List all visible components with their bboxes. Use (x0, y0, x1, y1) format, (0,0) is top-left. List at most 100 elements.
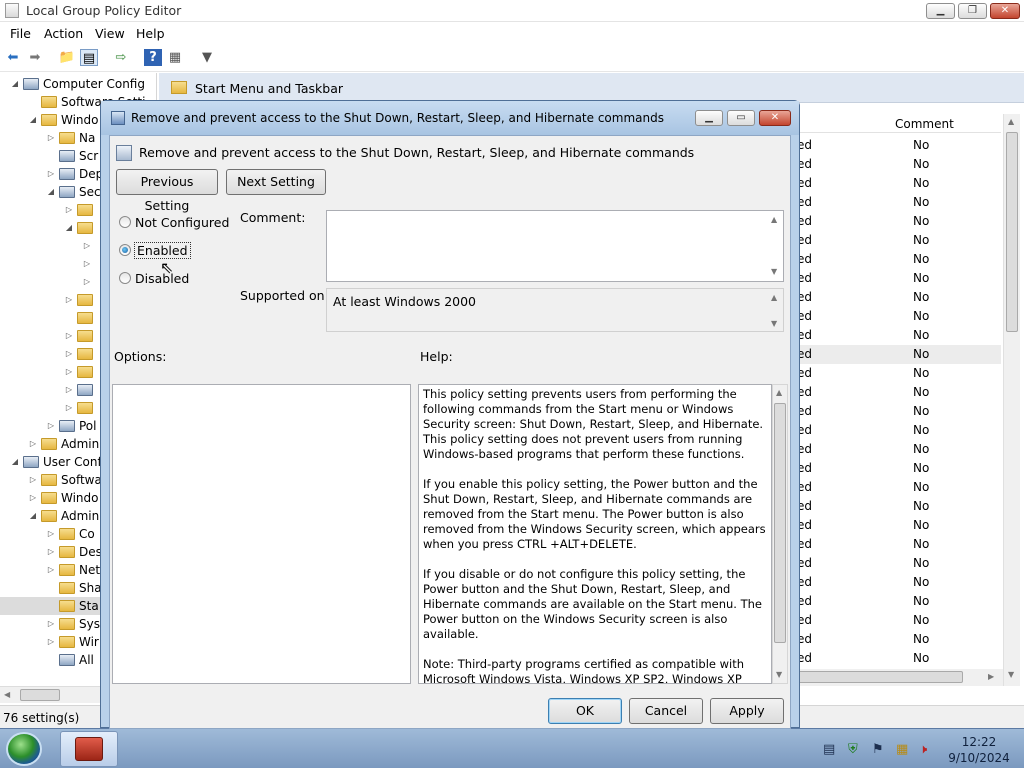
expand-arrow-icon[interactable]: ▷ (64, 345, 74, 363)
list-vertical-scrollbar[interactable]: ▲ ▼ (1003, 114, 1020, 686)
export-list-icon[interactable]: ⇨ (112, 49, 130, 66)
up-folder-icon[interactable]: 📁 (58, 49, 76, 66)
ok-button[interactable]: OK (548, 698, 622, 724)
action-center-icon[interactable]: ▤ (823, 742, 835, 757)
enabled-radio[interactable] (119, 244, 131, 256)
folder-icon (59, 582, 75, 594)
flag-icon[interactable]: ⚑ (872, 742, 884, 757)
scroll-up-icon[interactable]: ▲ (771, 215, 777, 224)
not-configured-radio[interactable] (119, 216, 131, 228)
apply-button[interactable]: Apply (710, 698, 784, 724)
comment-cell: No (913, 594, 930, 608)
expand-arrow-icon[interactable]: ▷ (64, 381, 74, 399)
dialog-title-bar[interactable]: Remove and prevent access to the Shut Do… (101, 101, 799, 135)
expand-arrow-icon[interactable]: ▷ (64, 291, 74, 309)
scroll-up-icon[interactable]: ▲ (771, 293, 777, 302)
help-scrollbar[interactable]: ▲ ▼ (772, 384, 788, 684)
next-setting-button[interactable]: Next Setting (226, 169, 326, 195)
expand-arrow-icon[interactable]: ▷ (46, 525, 56, 543)
expand-arrow-icon[interactable]: ▷ (28, 471, 38, 489)
dialog-maximize-button[interactable]: ▭ (727, 110, 755, 126)
scroll-thumb[interactable] (798, 671, 963, 683)
taskbar-app-group-policy[interactable] (60, 731, 118, 767)
expand-arrow-icon[interactable]: ▷ (64, 327, 74, 345)
expand-arrow-icon[interactable]: ▷ (82, 255, 92, 273)
supported-on-box: At least Windows 2000 ▲ ▼ (326, 288, 784, 332)
maximize-button[interactable]: ❐ (958, 3, 987, 19)
scroll-right-icon[interactable]: ▶ (988, 672, 994, 681)
scroll-up-icon[interactable]: ▲ (776, 388, 782, 397)
folder-icon (77, 330, 93, 342)
collapse-arrow-icon[interactable]: ◢ (28, 507, 38, 525)
comment-cell: No (913, 518, 930, 532)
expand-arrow-icon[interactable]: ▷ (46, 633, 56, 651)
volume-muted-icon[interactable]: 🕨 (919, 742, 927, 757)
policy-dialog: Remove and prevent access to the Shut Do… (100, 100, 800, 729)
scroll-down-icon[interactable]: ▼ (771, 267, 777, 276)
expand-arrow-icon[interactable]: ▷ (64, 201, 74, 219)
properties-icon[interactable]: ▦ (166, 49, 184, 66)
previous-setting-button[interactable]: Previous Setting (116, 169, 218, 213)
expand-arrow-icon[interactable]: ▷ (64, 363, 74, 381)
expand-arrow-icon[interactable]: ▷ (46, 615, 56, 633)
comment-cell: No (913, 651, 930, 665)
scroll-down-icon[interactable]: ▼ (771, 319, 777, 328)
menu-help[interactable]: Help (136, 26, 165, 41)
menu-file[interactable]: File (10, 26, 31, 41)
expand-arrow-icon[interactable]: ▷ (46, 417, 56, 435)
expand-arrow-icon[interactable]: ▷ (28, 489, 38, 507)
collapse-arrow-icon[interactable]: ◢ (46, 183, 56, 201)
enabled-label[interactable]: Enabled (134, 242, 191, 259)
collapse-arrow-icon[interactable]: ◢ (64, 219, 74, 237)
collapse-arrow-icon[interactable]: ◢ (10, 453, 20, 471)
clock[interactable]: 12:22 9/10/2024 (944, 734, 1014, 766)
scroll-thumb[interactable] (20, 689, 60, 701)
list-horizontal-scrollbar[interactable]: ▶ (798, 669, 1003, 686)
minimize-button[interactable]: ▁ (926, 3, 955, 19)
scroll-thumb[interactable] (774, 403, 786, 643)
expand-arrow-icon[interactable]: ▷ (46, 543, 56, 561)
expand-arrow-icon[interactable]: ▷ (64, 399, 74, 417)
collapse-arrow-icon[interactable]: ◢ (10, 75, 20, 93)
scroll-up-icon[interactable]: ▲ (1008, 117, 1014, 126)
comment-cell: No (913, 613, 930, 627)
dialog-minimize-button[interactable]: ▁ (695, 110, 723, 126)
cancel-button[interactable]: Cancel (629, 698, 703, 724)
security-shield-icon[interactable]: ⛨ (848, 742, 858, 757)
comment-cell: No (913, 233, 930, 247)
main-title-bar[interactable]: Local Group Policy Editor ▁ ❐ ✕ (0, 0, 1024, 22)
comment-cell: No (913, 195, 930, 209)
comment-cell: No (913, 309, 930, 323)
tree-item[interactable]: ◢ Computer Config (0, 75, 156, 93)
not-configured-label[interactable]: Not Configured (135, 215, 229, 230)
filter-icon[interactable]: ▼ (198, 49, 216, 66)
comment-column-header[interactable]: Comment (895, 117, 954, 131)
dialog-close-button[interactable]: ✕ (759, 110, 791, 126)
expand-arrow-icon[interactable]: ▷ (28, 435, 38, 453)
disabled-radio[interactable] (119, 272, 131, 284)
show-tree-icon[interactable]: ▤ (80, 49, 98, 66)
start-button[interactable] (6, 732, 42, 766)
scroll-down-icon[interactable]: ▼ (1008, 670, 1014, 679)
comment-textarea[interactable]: ▲ ▼ (326, 210, 784, 282)
help-icon[interactable]: ? (144, 49, 162, 66)
network-icon[interactable]: ▦ (896, 742, 908, 757)
tree-item-label: Pol (79, 419, 97, 433)
scroll-down-icon[interactable]: ▼ (776, 670, 782, 679)
expand-arrow-icon[interactable]: ▷ (46, 129, 56, 147)
scroll-left-icon[interactable]: ◀ (4, 690, 10, 699)
folder-icon (77, 294, 93, 306)
expand-arrow-icon[interactable]: ▷ (82, 273, 92, 291)
close-button[interactable]: ✕ (990, 3, 1020, 19)
menu-view[interactable]: View (95, 26, 125, 41)
menu-action[interactable]: Action (44, 26, 83, 41)
expand-arrow-icon[interactable]: ▷ (46, 165, 56, 183)
collapse-arrow-icon[interactable]: ◢ (28, 111, 38, 129)
expand-arrow-icon[interactable]: ▷ (82, 237, 92, 255)
back-icon[interactable]: ⬅ (4, 49, 22, 66)
expand-arrow-icon[interactable]: ▷ (46, 561, 56, 579)
tree-item-label: Net (79, 563, 101, 577)
forward-icon[interactable]: ➡ (26, 49, 44, 66)
scroll-thumb[interactable] (1006, 132, 1018, 332)
toolbar: ⬅ ➡ 📁 ▤ ⇨ ? ▦ ▼ (0, 44, 1024, 72)
